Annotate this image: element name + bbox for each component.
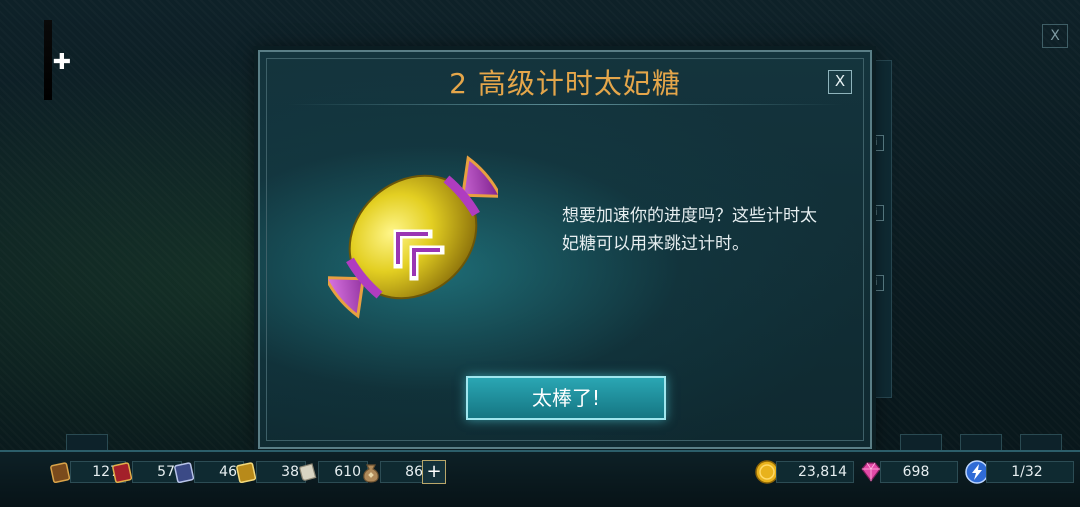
close-button[interactable]: X — [828, 70, 852, 94]
background-close-button[interactable]: X — [1042, 24, 1068, 48]
toffee-candy-icon — [328, 155, 498, 319]
currency-value: 23,814 — [776, 461, 854, 483]
item-info-dialog: 2 高级计时太妃糖 X 想要加速你的进度吗？这些计时太 妃糖可以用来跳过计时。 … — [258, 50, 872, 449]
puzzle-piece-icon[interactable]: ✚ — [50, 48, 74, 78]
description-line: 想要加速你的进度吗？这些计时太 — [562, 206, 817, 226]
title-divider — [288, 104, 842, 105]
currency-value: 698 — [880, 461, 958, 483]
currency-value: 1/32 — [986, 461, 1074, 483]
confirm-button[interactable]: 太棒了! — [466, 376, 666, 420]
description-line: 妃糖可以用来跳过计时。 — [562, 234, 749, 254]
dialog-description: 想要加速你的进度吗？这些计时太 妃糖可以用来跳过计时。 — [562, 202, 842, 258]
dialog-title: 2 高级计时太妃糖 — [449, 67, 681, 100]
add-resource-button[interactable]: + — [422, 460, 446, 484]
